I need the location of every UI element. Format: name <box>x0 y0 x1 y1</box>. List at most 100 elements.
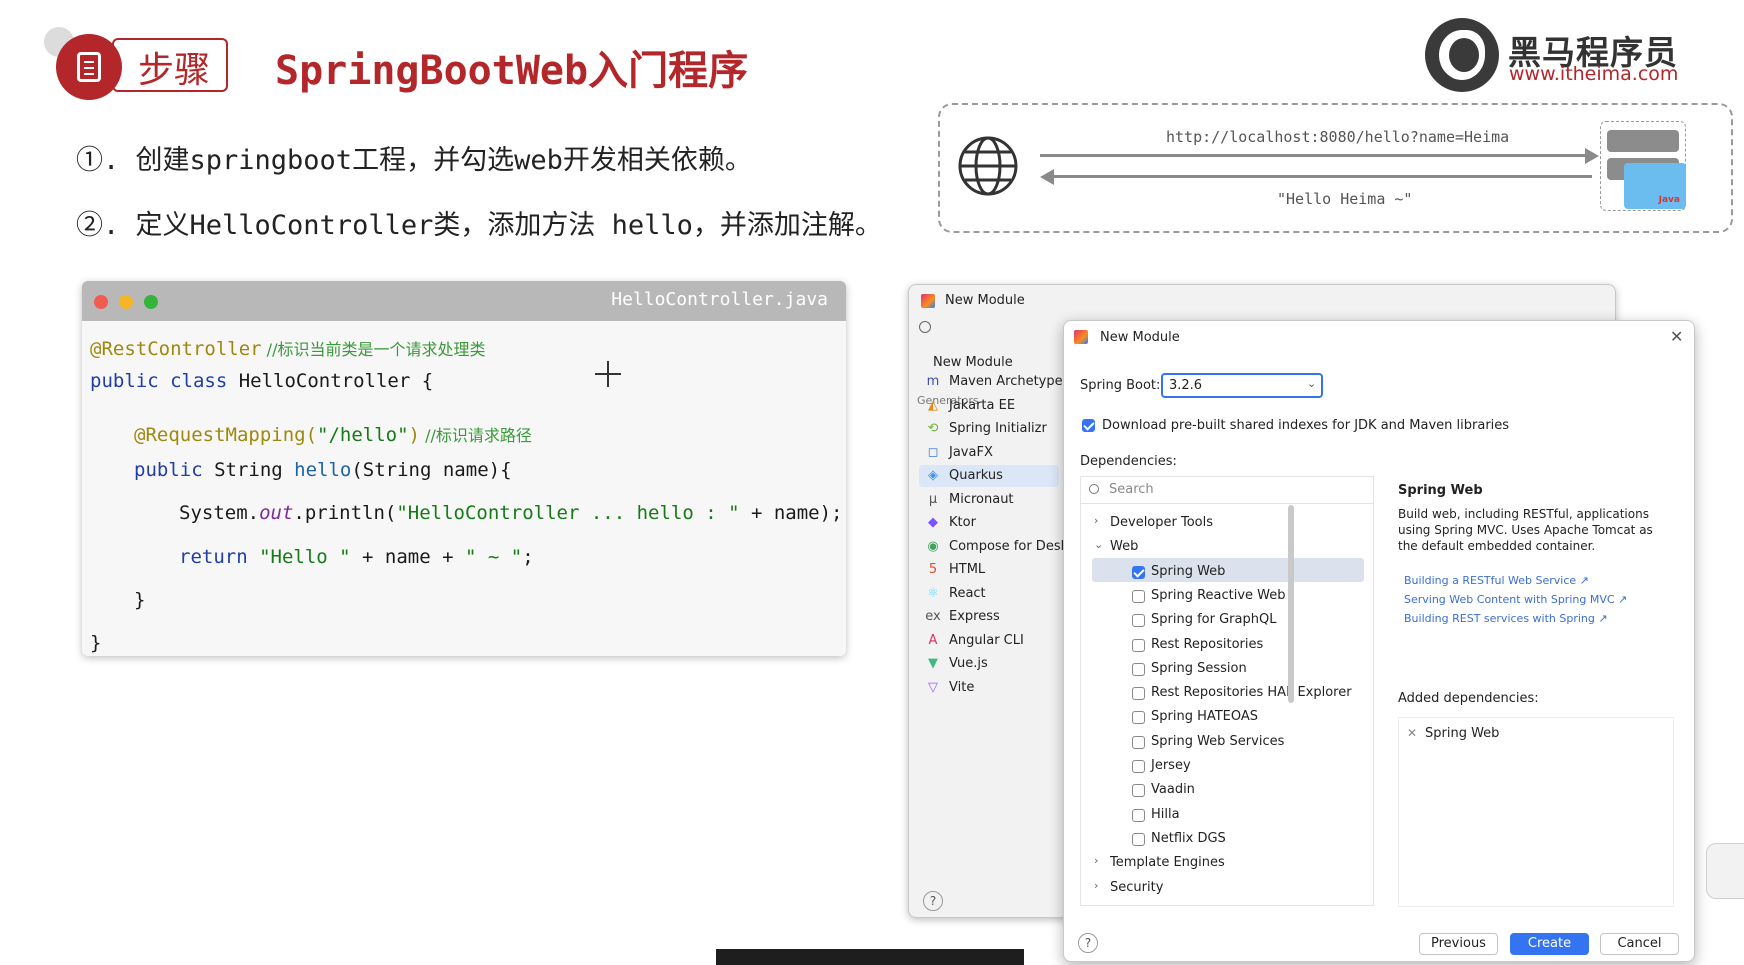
response-text: "Hello Heima ~" <box>1277 190 1413 208</box>
slide-title: SpringBootWeb入门程序 <box>275 48 749 94</box>
generator-item[interactable]: ◆ Ktor <box>925 515 976 530</box>
cancel-button[interactable]: Cancel <box>1600 933 1679 955</box>
dependency-item[interactable]: Rest Repositories HAL Explorer <box>1151 685 1352 700</box>
generator-item[interactable]: 5 HTML <box>925 562 985 577</box>
micronaut-icon: μ <box>928 491 938 507</box>
code-line: public class HelloController { <box>90 370 434 392</box>
previous-button[interactable]: Previous <box>1419 933 1498 955</box>
generator-label: Spring Initializr <box>949 421 1047 436</box>
dependency-checkbox[interactable] <box>1132 735 1145 749</box>
dependency-item[interactable]: Rest Repositories <box>1151 637 1263 652</box>
javafx-icon: ◻ <box>927 444 939 460</box>
dependency-group[interactable]: Developer Tools <box>1110 515 1213 530</box>
generator-item[interactable]: ▽ Vite <box>925 680 974 695</box>
dependency-item[interactable]: Vaadin <box>1151 782 1195 797</box>
dependency-checkbox[interactable] <box>1132 808 1145 822</box>
dependency-checkbox[interactable] <box>1132 760 1145 773</box>
download-indexes-checkbox[interactable] <box>1082 419 1095 432</box>
chevron-down-icon[interactable]: ⌄ <box>1094 538 1103 551</box>
dependency-checkbox[interactable] <box>1132 687 1145 701</box>
dependency-checkbox[interactable] <box>1132 784 1145 798</box>
guide-link[interactable]: Building REST services with Spring ↗ <box>1404 612 1608 625</box>
dependency-group[interactable]: Template Engines <box>1110 855 1225 870</box>
help-icon[interactable]: ? <box>1078 933 1098 953</box>
search-icon[interactable] <box>919 321 931 333</box>
dependency-item[interactable]: Netflix DGS <box>1151 831 1226 846</box>
generator-item[interactable]: m Maven Archetype <box>925 374 1063 389</box>
dependency-item[interactable]: Hilla <box>1151 807 1180 822</box>
dependency-scrollbar[interactable] <box>1288 505 1294 703</box>
dependency-checkbox[interactable] <box>1132 832 1145 846</box>
detail-description: the default embedded container. <box>1398 539 1596 553</box>
dependency-item[interactable]: Jersey <box>1151 758 1191 773</box>
globe-icon <box>958 136 1018 196</box>
help-icon[interactable]: ? <box>923 891 943 911</box>
generator-label: Quarkus <box>949 468 1003 483</box>
angular-icon: A <box>928 632 938 648</box>
generator-label: Maven Archetype <box>949 374 1063 389</box>
create-button[interactable]: Create <box>1510 933 1589 955</box>
dependency-checkbox[interactable] <box>1132 614 1145 628</box>
dependency-item[interactable]: Spring for GraphQL <box>1151 612 1276 627</box>
response-arrow-head <box>1040 169 1054 185</box>
document-icon <box>56 34 122 100</box>
dependency-item[interactable]: Spring Web <box>1151 564 1225 579</box>
download-indexes-label: Download pre-built shared indexes for JD… <box>1102 418 1510 433</box>
added-dependencies-label: Added dependencies: <box>1398 691 1539 706</box>
chevron-right-icon[interactable]: › <box>1094 879 1098 892</box>
new-module-dialog: New Module ✕ Spring Boot: 3.2.6 ⌄ Downlo… <box>1063 320 1695 962</box>
dependency-item[interactable]: Spring HATEOAS <box>1151 709 1258 724</box>
generator-item[interactable]: μ Micronaut <box>925 492 1014 507</box>
generator-label: Vue.js <box>949 656 988 671</box>
generator-item[interactable]: ⟲ Spring Initializr <box>925 421 1047 436</box>
generator-item[interactable]: ◈ Quarkus <box>925 468 1003 483</box>
request-url: http://localhost:8080/hello?name=Heima <box>1166 128 1510 146</box>
new-module-item[interactable]: New Module <box>933 355 1013 370</box>
react-icon: ⚛ <box>927 585 939 601</box>
step-2: ②. 定义HelloController类，添加方法 hello，并添加注解。 <box>76 210 882 241</box>
dependency-checkbox[interactable] <box>1132 662 1145 676</box>
ktor-icon: ◆ <box>928 515 938 530</box>
close-icon[interactable]: ✕ <box>1670 327 1683 346</box>
generator-item[interactable]: ◭ Jakarta EE <box>925 398 1015 413</box>
dependency-search[interactable]: Search <box>1081 477 1373 504</box>
chevron-right-icon[interactable]: › <box>1094 514 1098 527</box>
generator-item[interactable]: ex Express <box>925 609 1000 624</box>
detail-title: Spring Web <box>1398 483 1483 498</box>
dependency-checkbox[interactable] <box>1132 589 1145 603</box>
dependency-item[interactable]: Spring Reactive Web <box>1151 588 1286 603</box>
detail-description: Build web, including RESTful, applicatio… <box>1398 507 1649 521</box>
generator-item[interactable]: ▼ Vue.js <box>925 656 988 671</box>
dependency-checkbox[interactable] <box>1132 638 1145 652</box>
logo-url: www.itheima.com <box>1509 63 1679 85</box>
minimize-dot-icon <box>119 295 133 309</box>
remove-icon[interactable]: ✕ <box>1407 726 1417 740</box>
dependency-item[interactable]: Spring Session <box>1151 661 1247 676</box>
generator-item[interactable]: ⚛ React <box>925 586 986 601</box>
generator-item[interactable]: A Angular CLI <box>925 633 1024 648</box>
generator-item[interactable]: ◻ JavaFX <box>925 445 993 460</box>
added-dependencies-box: ✕ Spring Web <box>1398 717 1674 907</box>
code-filename: HelloController.java <box>611 289 828 310</box>
guide-link[interactable]: Building a RESTful Web Service ↗ <box>1404 574 1589 587</box>
search-placeholder: Search <box>1109 482 1154 497</box>
dependency-checkbox[interactable] <box>1132 565 1145 579</box>
dependency-checkbox[interactable] <box>1132 711 1145 725</box>
dependency-group[interactable]: Security <box>1110 880 1163 895</box>
maximize-dot-icon <box>144 295 158 309</box>
video-subtitle-bar <box>716 949 1024 965</box>
chevron-down-icon: ⌄ <box>1307 377 1317 390</box>
added-dependency: Spring Web <box>1425 726 1500 741</box>
generator-label: Angular CLI <box>949 632 1024 648</box>
code-titlebar: HelloController.java <box>82 281 846 321</box>
generator-label: Compose for Deskt <box>949 538 1074 554</box>
dependency-group[interactable]: Web <box>1110 539 1138 554</box>
intellij-icon <box>921 294 935 308</box>
generator-item[interactable]: ◉ Compose for Deskt <box>925 539 1073 554</box>
spring-boot-version-select[interactable]: 3.2.6 ⌄ <box>1161 373 1323 398</box>
chevron-right-icon[interactable]: › <box>1094 854 1098 867</box>
side-panel-button[interactable] <box>1706 843 1744 899</box>
guide-link[interactable]: Serving Web Content with Spring MVC ↗ <box>1404 593 1627 606</box>
dependency-item[interactable]: Spring Web Services <box>1151 734 1284 749</box>
spring-icon: ⟲ <box>927 421 939 436</box>
